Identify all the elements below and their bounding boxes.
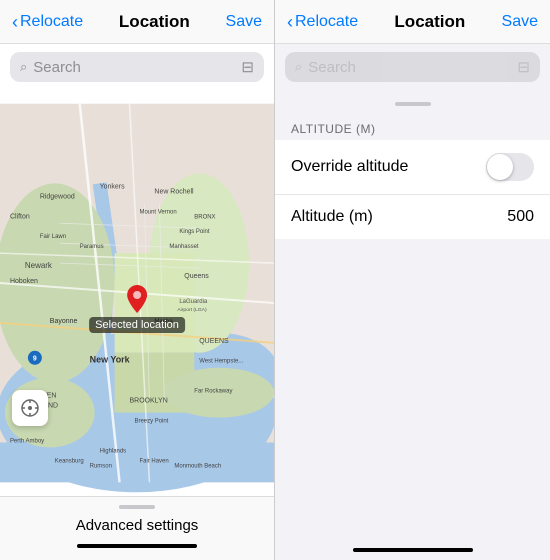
altitude-section-header: ALTITUDE (M) <box>275 114 550 140</box>
search-bar[interactable]: ⌕ Search ⊟ <box>10 52 264 82</box>
drag-handle[interactable] <box>119 505 155 509</box>
svg-text:Queens: Queens <box>184 273 209 280</box>
svg-text:West Hempste...: West Hempste... <box>199 359 243 365</box>
map-view[interactable]: Newark New York Queens BROOKLYN STATEN I… <box>0 90 274 496</box>
svg-text:New Rochell: New Rochell <box>154 188 194 195</box>
home-indicator <box>77 544 197 548</box>
altitude-value[interactable]: 500 <box>507 208 534 226</box>
right-panel: ‹ Relocate Location Save ⌕ Search ⊟ ALTI… <box>275 0 550 560</box>
svg-text:BRONX: BRONX <box>194 214 215 220</box>
svg-text:Breezy Point: Breezy Point <box>135 419 169 425</box>
override-altitude-label: Override altitude <box>291 158 408 176</box>
right-save-button[interactable]: Save <box>502 13 538 31</box>
override-altitude-toggle[interactable] <box>486 153 534 181</box>
right-search-input: Search <box>308 59 511 76</box>
search-input[interactable]: Search <box>33 59 235 76</box>
location-arrow-icon <box>20 398 40 418</box>
svg-text:Keansburg: Keansburg <box>55 458 84 464</box>
right-home-indicator <box>353 548 473 552</box>
save-button[interactable]: Save <box>226 13 262 31</box>
settings-group: Override altitude Altitude (m) 500 <box>275 140 550 239</box>
location-pin: Selected location <box>89 285 185 333</box>
pin-icon <box>127 285 147 315</box>
svg-text:Clifton: Clifton <box>10 213 30 220</box>
right-book-icon: ⊟ <box>517 58 530 76</box>
svg-text:Newark: Newark <box>25 261 52 270</box>
svg-text:Rumson: Rumson <box>90 463 112 469</box>
svg-text:Manhasset: Manhasset <box>169 244 199 250</box>
svg-text:Hoboken: Hoboken <box>10 278 38 285</box>
svg-text:Fair Haven: Fair Haven <box>139 458 168 464</box>
altitude-value-row: Altitude (m) 500 <box>275 195 550 239</box>
right-chevron-left-icon: ‹ <box>287 13 293 31</box>
right-back-label: Relocate <box>295 13 358 31</box>
page-title: Location <box>119 12 190 32</box>
right-page-title: Location <box>394 12 465 32</box>
back-label: Relocate <box>20 13 83 31</box>
svg-text:Kings Point: Kings Point <box>179 229 210 235</box>
svg-text:Paramus: Paramus <box>80 244 104 250</box>
sheet-handle-area <box>275 90 550 114</box>
svg-text:New York: New York <box>90 355 130 365</box>
right-bottom-area <box>275 239 550 560</box>
svg-text:Bayonne: Bayonne <box>50 318 78 325</box>
svg-text:Yonkers: Yonkers <box>100 183 125 190</box>
altitude-label: Altitude (m) <box>291 208 373 226</box>
bottom-controls: Advanced settings <box>0 496 274 560</box>
svg-text:Mount Vernon: Mount Vernon <box>139 209 176 215</box>
right-nav-bar: ‹ Relocate Location Save <box>275 0 550 44</box>
svg-text:Perth Amboy: Perth Amboy <box>10 438 44 444</box>
svg-text:9: 9 <box>33 356 37 363</box>
left-nav-bar: ‹ Relocate Location Save <box>0 0 274 44</box>
left-panel: ‹ Relocate Location Save ⌕ Search ⊟ <box>0 0 275 560</box>
right-search-icon: ⌕ <box>295 59 302 75</box>
svg-text:Ridgewood: Ridgewood <box>40 193 75 200</box>
svg-text:Monmouth Beach: Monmouth Beach <box>174 463 221 469</box>
svg-text:Highlands: Highlands <box>100 448 127 454</box>
back-button[interactable]: ‹ Relocate <box>12 13 83 31</box>
advanced-settings-button[interactable]: Advanced settings <box>76 517 199 534</box>
override-altitude-row: Override altitude <box>275 140 550 195</box>
search-icon: ⌕ <box>20 59 27 75</box>
chevron-left-icon: ‹ <box>12 13 18 31</box>
selected-location-label: Selected location <box>89 317 185 333</box>
svg-text:Far Rockaway: Far Rockaway <box>194 389 232 395</box>
right-search-bar: ⌕ Search ⊟ <box>285 52 540 82</box>
svg-text:QUEENS: QUEENS <box>199 338 229 345</box>
svg-text:BROOKLYN: BROOKLYN <box>130 398 168 405</box>
sheet-drag-bar[interactable] <box>395 102 431 106</box>
toggle-knob <box>487 154 513 180</box>
current-location-button[interactable] <box>12 390 48 426</box>
book-icon: ⊟ <box>241 58 254 76</box>
altitude-section: ALTITUDE (M) Override altitude Altitude … <box>275 114 550 239</box>
right-back-button[interactable]: ‹ Relocate <box>287 13 358 31</box>
svg-text:Fair Lawn: Fair Lawn <box>40 234 66 240</box>
